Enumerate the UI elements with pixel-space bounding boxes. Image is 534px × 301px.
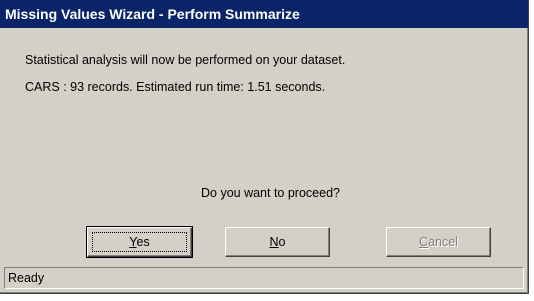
no-accelerator: N bbox=[269, 235, 279, 249]
confirm-question: Do you want to proceed? bbox=[201, 186, 340, 200]
title-bar[interactable]: Missing Values Wizard - Perform Summariz… bbox=[0, 0, 528, 28]
cancel-label-rest: ancel bbox=[428, 235, 458, 249]
message-line-1: Statistical analysis will now be perform… bbox=[25, 53, 346, 67]
status-text: Ready bbox=[8, 271, 45, 285]
dialog-window: Missing Values Wizard - Perform Summariz… bbox=[0, 0, 529, 294]
yes-button[interactable]: Yes bbox=[86, 226, 193, 258]
window-title: Missing Values Wizard - Perform Summariz… bbox=[5, 6, 300, 22]
cancel-button: Cancel bbox=[386, 227, 491, 257]
no-button[interactable]: No bbox=[225, 227, 330, 257]
status-bar: Ready bbox=[4, 267, 524, 289]
cancel-accelerator: C bbox=[419, 235, 429, 249]
no-label-rest: o bbox=[278, 235, 286, 249]
message-line-2: CARS : 93 records. Estimated run time: 1… bbox=[25, 80, 326, 94]
focus-rectangle bbox=[92, 232, 187, 252]
